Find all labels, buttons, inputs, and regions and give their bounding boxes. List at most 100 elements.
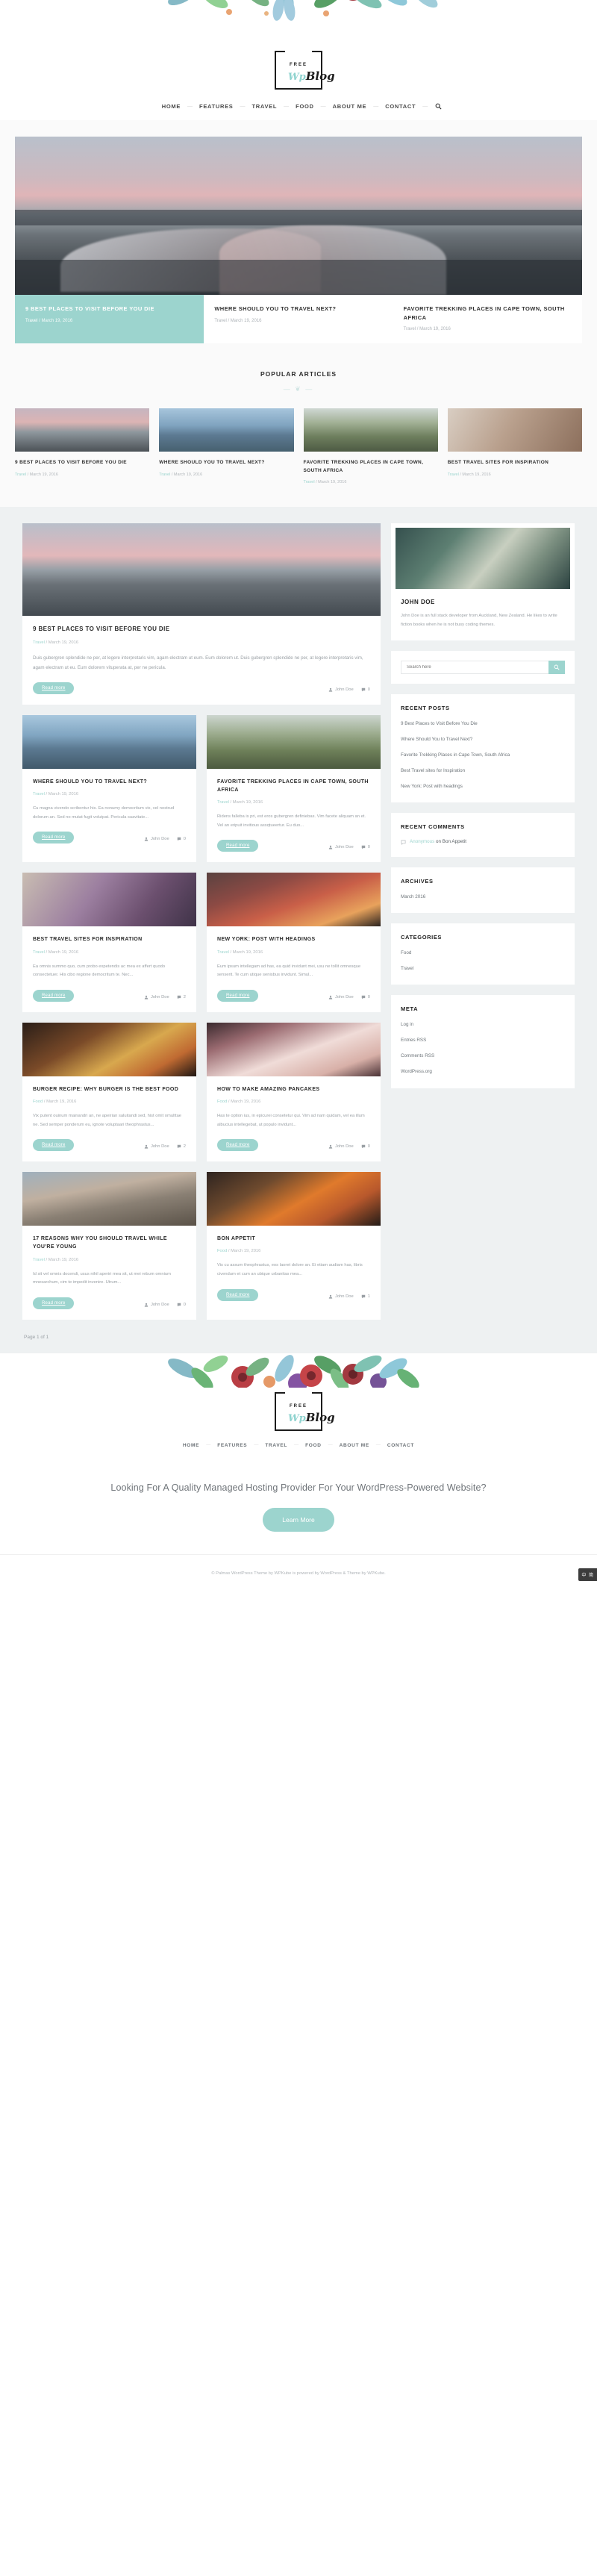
post-title[interactable]: BURGER RECIPE: WHY BURGER IS THE BEST FO…: [33, 1085, 186, 1094]
category-item[interactable]: Travel: [401, 965, 565, 973]
meta-item-wordpress-org[interactable]: WordPress.org: [401, 1068, 565, 1076]
nav-item-features[interactable]: FEATURES: [193, 103, 240, 110]
footer-nav-item-about-me[interactable]: ABOUT ME: [333, 1443, 376, 1448]
footer-nav-item-food[interactable]: FOOD: [298, 1443, 328, 1448]
post-category[interactable]: Travel: [33, 792, 45, 796]
popular-card-title[interactable]: BEST TRAVEL SITES FOR INSPIRATION: [448, 459, 582, 467]
hero-caption-1[interactable]: 9 BEST PLACES TO VISIT BEFORE YOU DIE Tr…: [15, 295, 204, 344]
post-title[interactable]: BON APPETIT: [217, 1235, 370, 1243]
post-title[interactable]: HOW TO MAKE AMAZING PANCAKES: [217, 1085, 370, 1094]
footer-nav-item-features[interactable]: FEATURES: [210, 1443, 254, 1448]
meta-item-entries-rss[interactable]: Entries RSS: [401, 1037, 565, 1044]
popular-card-category[interactable]: Travel: [159, 473, 170, 477]
search-input[interactable]: [401, 660, 548, 674]
popular-card-category[interactable]: Travel: [448, 473, 459, 477]
post-title[interactable]: 9 BEST PLACES TO VISIT BEFORE YOU DIE: [33, 625, 370, 634]
post-thumbnail[interactable]: [207, 1172, 381, 1226]
post-card[interactable]: FAVORITE TREKKING PLACES IN CAPE TOWN, S…: [207, 714, 381, 863]
nav-item-travel[interactable]: TRAVEL: [246, 103, 284, 110]
language-switcher-badge[interactable]: 中 简: [578, 1568, 597, 1581]
post-thumbnail[interactable]: [22, 523, 381, 617]
popular-card-title[interactable]: FAVORITE TREKKING PLACES IN CAPE TOWN, S…: [304, 459, 438, 475]
popular-card[interactable]: FAVORITE TREKKING PLACES IN CAPE TOWN, S…: [303, 408, 438, 484]
read-more-button[interactable]: Read more: [217, 1139, 259, 1152]
hero-caption-3[interactable]: FAVORITE TREKKING PLACES IN CAPE TOWN, S…: [393, 295, 582, 343]
footer-navigation[interactable]: HOME — FEATURES — TRAVEL — FOOD — ABOUT …: [0, 1438, 597, 1463]
recent-comment-item[interactable]: Anonymous on Bon Appetit: [401, 839, 565, 845]
popular-card-category[interactable]: Travel: [304, 480, 315, 484]
search-submit-button[interactable]: [548, 660, 565, 674]
post-card[interactable]: WHERE SHOULD YOU TO TRAVEL NEXT? Travel …: [22, 714, 196, 863]
read-more-button[interactable]: Read more: [33, 682, 75, 694]
post-category[interactable]: Travel: [217, 800, 229, 805]
read-more-button[interactable]: Read more: [33, 989, 75, 1002]
post-category[interactable]: Food: [217, 1100, 227, 1104]
post-category[interactable]: Food: [217, 1249, 227, 1253]
nav-item-about-me[interactable]: ABOUT ME: [326, 103, 374, 110]
nav-item-contact[interactable]: CONTACT: [378, 103, 422, 110]
read-more-button[interactable]: Read more: [33, 832, 75, 844]
footer-logo[interactable]: FREE WpBlog: [0, 1387, 597, 1438]
post-category[interactable]: Travel: [33, 1258, 45, 1262]
post-thumbnail[interactable]: [207, 714, 381, 769]
popular-card-title[interactable]: WHERE SHOULD YOU TO TRAVEL NEXT?: [159, 459, 293, 467]
popular-thumbnail[interactable]: [15, 408, 150, 452]
post-card[interactable]: BON APPETIT Food / March 19, 2016 Vis cu…: [207, 1172, 381, 1320]
nav-item-food[interactable]: FOOD: [289, 103, 320, 110]
read-more-button[interactable]: Read more: [33, 1297, 75, 1309]
read-more-button[interactable]: Read more: [217, 1288, 259, 1301]
popular-card[interactable]: BEST TRAVEL SITES FOR INSPIRATION Travel…: [447, 408, 582, 484]
comment-post-title[interactable]: Bon Appetit: [443, 839, 466, 844]
post-title[interactable]: FAVORITE TREKKING PLACES IN CAPE TOWN, S…: [217, 778, 370, 794]
recent-post-item[interactable]: New York: Post with headings: [401, 783, 565, 790]
popular-thumbnail[interactable]: [159, 408, 294, 452]
hero-caption-category[interactable]: Travel: [25, 319, 37, 323]
hero-caption-category[interactable]: Travel: [404, 327, 416, 331]
recent-post-item[interactable]: 9 Best Places to Visit Before You Die: [401, 720, 565, 728]
hero-slide-image[interactable]: [15, 137, 582, 295]
post-thumbnail[interactable]: [22, 1022, 196, 1076]
post-card-featured[interactable]: 9 BEST PLACES TO VISIT BEFORE YOU DIE Tr…: [22, 523, 381, 705]
post-category[interactable]: Travel: [33, 640, 45, 645]
post-title[interactable]: WHERE SHOULD YOU TO TRAVEL NEXT?: [33, 778, 186, 786]
popular-card[interactable]: WHERE SHOULD YOU TO TRAVEL NEXT? Travel …: [159, 408, 294, 484]
main-navigation[interactable]: HOME — FEATURES — TRAVEL — FOOD — ABOUT …: [0, 96, 597, 120]
footer-logo-box[interactable]: FREE WpBlog: [275, 1391, 335, 1431]
post-category[interactable]: Food: [33, 1100, 43, 1104]
read-more-button[interactable]: Read more: [33, 1139, 75, 1152]
read-more-button[interactable]: Read more: [217, 989, 259, 1002]
recent-post-item[interactable]: Favorite Trekking Places in Cape Town, S…: [401, 752, 565, 759]
recent-post-item[interactable]: Best Travel sites for Inspiration: [401, 767, 565, 775]
post-title[interactable]: BEST TRAVEL SITES FOR INSPIRATION: [33, 935, 186, 944]
post-thumbnail[interactable]: [22, 714, 196, 769]
post-category[interactable]: Travel: [33, 950, 45, 955]
footer-nav-item-home[interactable]: HOME: [176, 1443, 206, 1448]
footer-nav-item-contact[interactable]: CONTACT: [381, 1443, 421, 1448]
post-thumbnail[interactable]: [207, 873, 381, 927]
meta-item-comments-rss[interactable]: Comments RSS: [401, 1052, 565, 1060]
site-logo[interactable]: FREE WpBlog: [0, 46, 597, 96]
logo-box[interactable]: FREE WpBlog: [275, 51, 335, 90]
search-icon[interactable]: [435, 103, 442, 110]
popular-card[interactable]: 9 BEST PLACES TO VISIT BEFORE YOU DIE Tr…: [15, 408, 150, 484]
post-title[interactable]: 17 REASONS WHY YOU SHOULD TRAVEL WHILE Y…: [33, 1235, 186, 1251]
category-item[interactable]: Food: [401, 949, 565, 957]
post-card[interactable]: 17 REASONS WHY YOU SHOULD TRAVEL WHILE Y…: [22, 1172, 196, 1320]
post-card[interactable]: NEW YORK: POST WITH HEADINGS Travel / Ma…: [207, 873, 381, 1012]
popular-thumbnail[interactable]: [447, 408, 582, 452]
nav-item-home[interactable]: HOME: [155, 103, 187, 110]
search-form[interactable]: [401, 660, 565, 674]
post-category[interactable]: Travel: [217, 950, 229, 955]
popular-card-category[interactable]: Travel: [15, 473, 26, 477]
hero-caption-2[interactable]: WHERE SHOULD YOU TO TRAVEL NEXT? Travel …: [204, 295, 393, 343]
popular-card-title[interactable]: 9 BEST PLACES TO VISIT BEFORE YOU DIE: [15, 459, 149, 467]
archive-item[interactable]: March 2016: [401, 894, 565, 901]
read-more-button[interactable]: Read more: [217, 840, 259, 852]
hero-slider[interactable]: 9 BEST PLACES TO VISIT BEFORE YOU DIE Tr…: [15, 137, 582, 344]
recent-post-item[interactable]: Where Should You to Travel Next?: [401, 736, 565, 743]
popular-thumbnail[interactable]: [303, 408, 438, 452]
post-card[interactable]: BURGER RECIPE: WHY BURGER IS THE BEST FO…: [22, 1022, 196, 1162]
comment-author[interactable]: Anonymous: [410, 839, 434, 844]
post-card[interactable]: BEST TRAVEL SITES FOR INSPIRATION Travel…: [22, 873, 196, 1012]
post-card[interactable]: HOW TO MAKE AMAZING PANCAKES Food / Marc…: [207, 1022, 381, 1162]
